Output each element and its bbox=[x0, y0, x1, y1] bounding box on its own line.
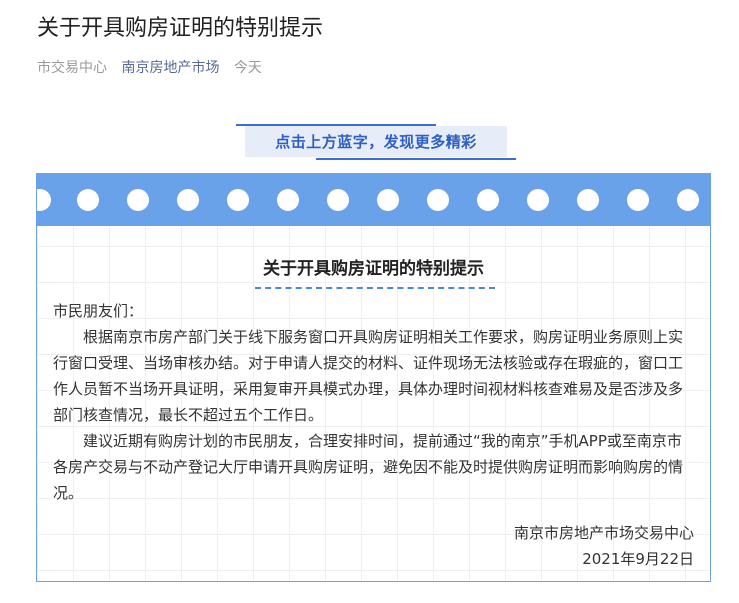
decor-dot bbox=[37, 189, 51, 211]
decor-dot bbox=[527, 189, 549, 211]
follow-promo-banner: 点击上方蓝字，发现更多精彩 bbox=[236, 124, 516, 160]
decor-dot bbox=[327, 189, 349, 211]
decor-dot bbox=[127, 189, 149, 211]
notice-card: 关于开具购房证明的特别提示 市民朋友们： 根据南京市房产部门关于线下服务窗口开具… bbox=[36, 173, 711, 582]
article-title: 关于开具购房证明的特别提示 bbox=[37, 16, 324, 41]
decor-dot bbox=[227, 189, 249, 211]
notice-card-body: 关于开具购房证明的特别提示 市民朋友们： 根据南京市房产部门关于线下服务窗口开具… bbox=[37, 226, 710, 581]
signature-date: 2021年9月22日 bbox=[582, 550, 694, 568]
decor-dot bbox=[677, 189, 699, 211]
notice-paragraph-2: 建议近期有购房计划的市民朋友，合理安排时间，提前通过“我的南京”手机APP或至南… bbox=[53, 432, 684, 502]
decor-dot bbox=[377, 189, 399, 211]
decor-dot bbox=[477, 189, 499, 211]
signature-org: 南京市房地产市场交易中心 bbox=[513, 524, 694, 542]
decor-dot bbox=[277, 189, 299, 211]
decor-dot bbox=[627, 189, 649, 211]
notice-text: 市民朋友们： 根据南京市房产部门关于线下服务窗口开具购房证明相关工作要求，购房证… bbox=[53, 298, 694, 506]
notice-paragraph-1: 根据南京市房产部门关于线下服务窗口开具购房证明相关工作要求，购房证明业务原则上实… bbox=[53, 328, 684, 424]
decor-dot bbox=[427, 189, 449, 211]
decor-dot bbox=[577, 189, 599, 211]
publish-time: 今天 bbox=[233, 60, 262, 76]
account-name-link[interactable]: 南京房地产市场 bbox=[121, 60, 219, 76]
promo-text: 点击上方蓝字，发现更多精彩 bbox=[245, 126, 507, 157]
decor-dot bbox=[177, 189, 199, 211]
notice-title: 关于开具购房证明的特别提示 bbox=[263, 259, 484, 279]
decor-dot bbox=[77, 189, 99, 211]
notice-signature: 南京市房地产市场交易中心 2021年9月22日 bbox=[514, 520, 694, 572]
notice-greeting: 市民朋友们： bbox=[53, 302, 144, 320]
article-meta: 市交易中心 南京房地产市场 今天 bbox=[37, 58, 272, 78]
article-source: 市交易中心 bbox=[37, 60, 107, 76]
notice-card-header bbox=[37, 174, 710, 226]
notice-title-underline bbox=[255, 287, 495, 289]
promo-line-bottom bbox=[316, 158, 516, 160]
